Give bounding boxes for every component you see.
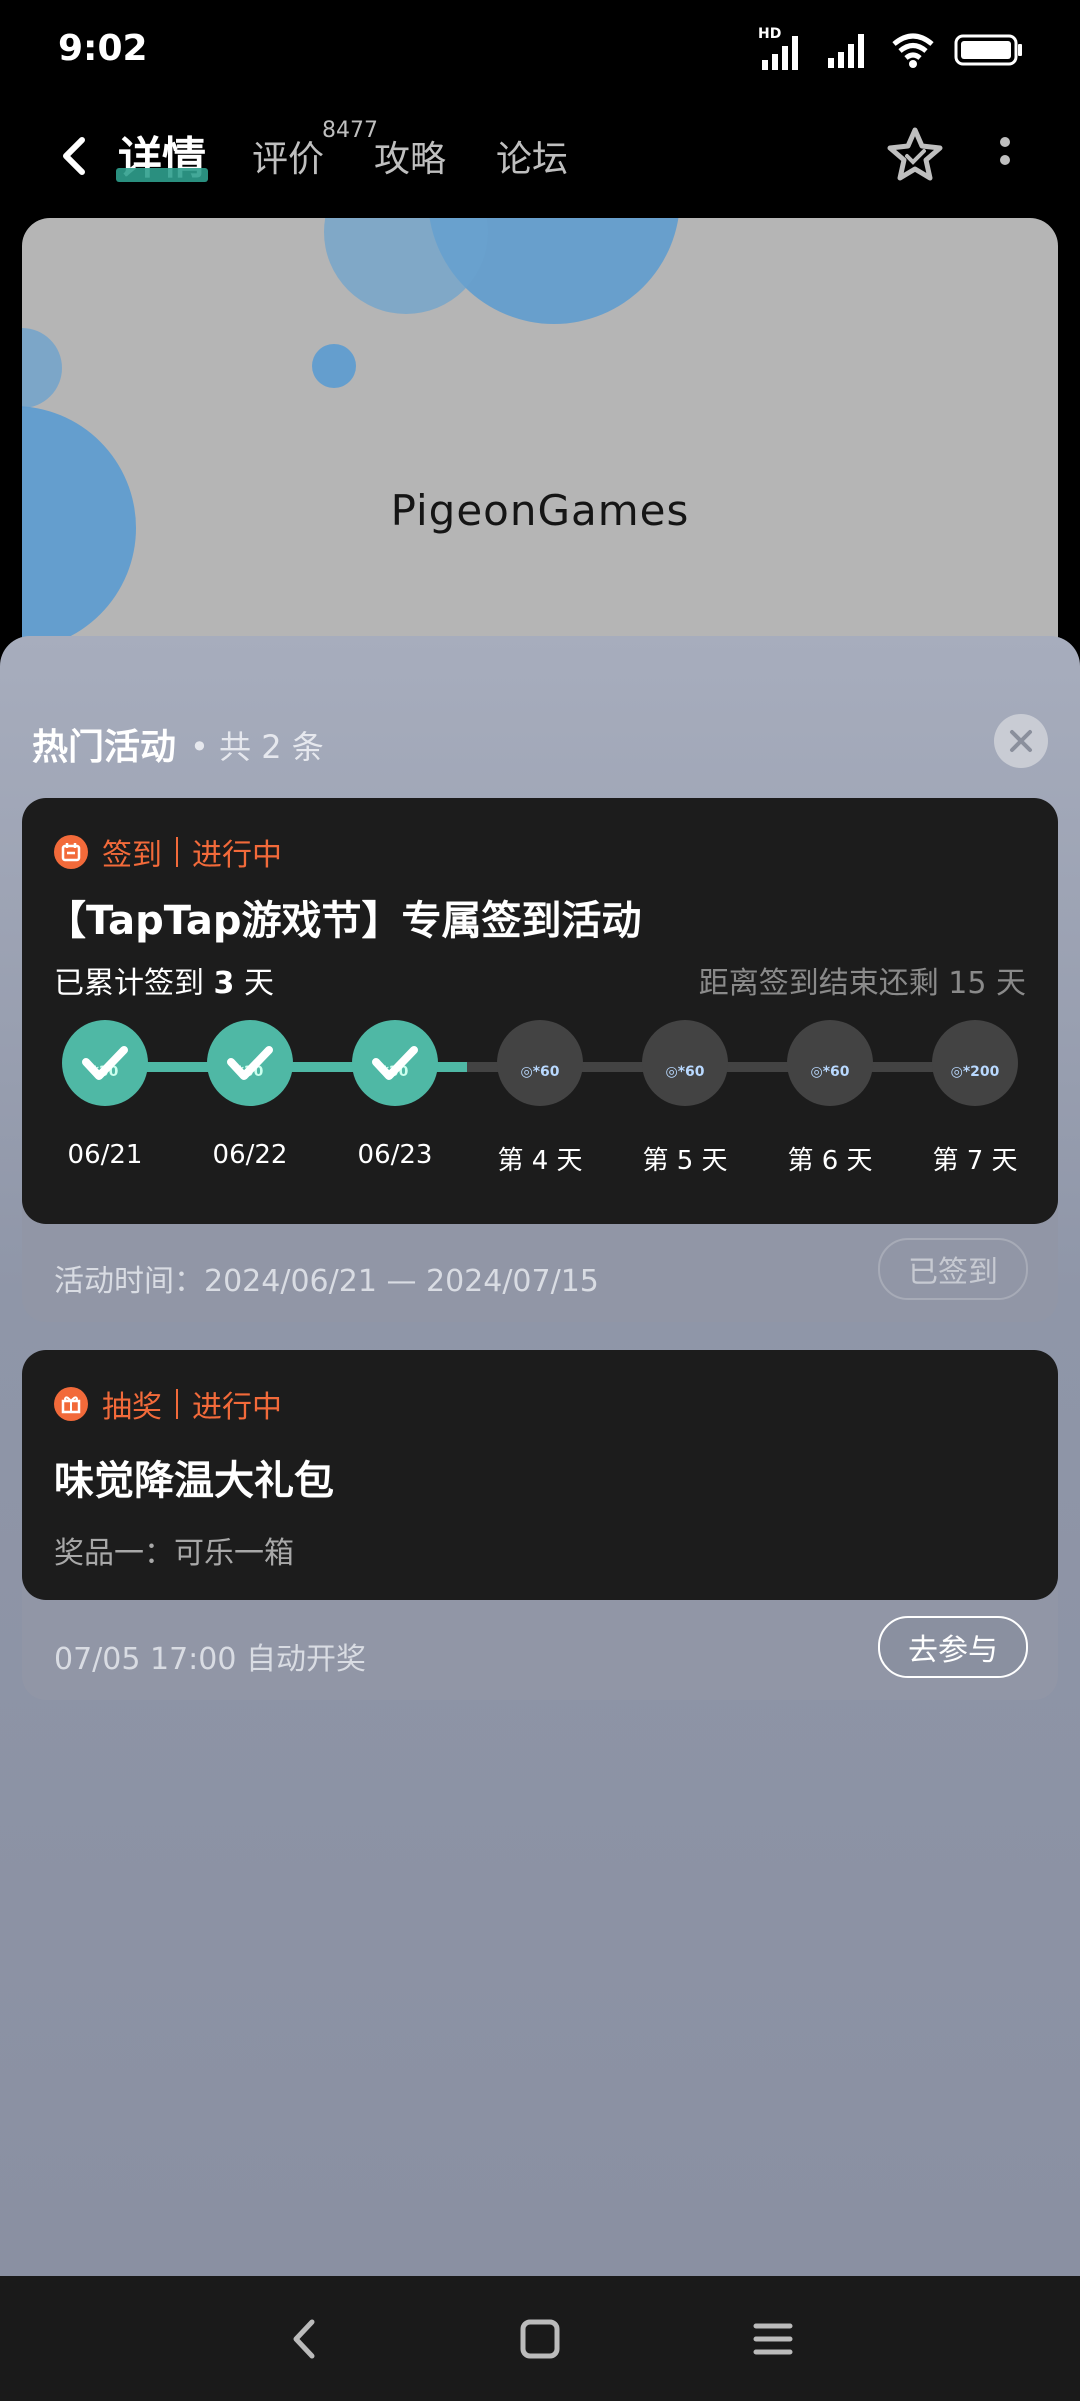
tab-guide[interactable]: 攻略 [374, 130, 446, 182]
active-tab-indicator [116, 168, 208, 182]
gift-icon [54, 1387, 88, 1421]
signin-day-node: ◎*60 [787, 1020, 873, 1106]
system-home-icon [520, 2319, 560, 2359]
more-options-button[interactable] [990, 130, 1020, 182]
calendar-icon [54, 835, 88, 869]
lottery-title: 味觉降温大礼包 [54, 1458, 334, 1504]
battery-icon [954, 33, 1024, 71]
signin-day-label: 第 4 天 [497, 1146, 583, 1176]
lottery-tag-status: 进行中 [192, 1390, 282, 1425]
signin-day-label: 第 5 天 [642, 1146, 728, 1176]
accum-suffix: 天 [243, 966, 274, 1001]
signin-day-node: *30 [207, 1020, 293, 1106]
status-icons: HD [758, 26, 1024, 74]
signin-day-node: *30 [62, 1020, 148, 1106]
lottery-tag-type: 抽奖 [102, 1390, 162, 1425]
signin-day-node: *30 [352, 1020, 438, 1106]
signin-activity-card[interactable]: 签到 进行中 【TapTap游戏节】专属签到活动 已累计签到 3 天 距离签到结… [22, 798, 1058, 1224]
more-vertical-icon [1000, 137, 1010, 165]
close-button[interactable] [994, 714, 1048, 768]
system-back-button[interactable] [280, 2314, 330, 2364]
hot-activities-sheet: 热门活动 • 共 2 条 活动时间：2024/06/21 — 2024/07/1… [0, 636, 1080, 2276]
join-lottery-button[interactable]: 去参与 [878, 1616, 1028, 1678]
system-menu-icon [753, 2323, 793, 2355]
accumulated-signins: 已累计签到 3 天 [54, 958, 274, 1002]
check-icon [227, 1046, 273, 1080]
back-button[interactable] [48, 128, 104, 184]
tab-forum[interactable]: 论坛 [496, 130, 568, 182]
review-count-badge: 8477 [322, 118, 378, 143]
check-icon [82, 1046, 128, 1080]
system-navigation-bar [0, 2276, 1080, 2401]
signin-day-label: 06/22 [212, 1140, 288, 1170]
signin-day-label: 第 7 天 [932, 1146, 1018, 1176]
lottery-card-footer: 07/05 17:00 自动开奖 去参与 [22, 1586, 1058, 1700]
status-time: 9:02 [58, 28, 148, 69]
signin-day-label: 第 6 天 [787, 1146, 873, 1176]
signin-day-label: 06/23 [357, 1140, 433, 1170]
signin-title: 【TapTap游戏节】专属签到活动 [46, 898, 642, 944]
signed-in-button[interactable]: 已签到 [878, 1238, 1028, 1300]
accum-prefix: 已累计签到 [54, 966, 204, 1001]
sheet-title: 热门活动 [32, 727, 177, 768]
tab-review[interactable]: 评价 [252, 130, 324, 182]
day-reward: ◎*60 [810, 1064, 850, 1080]
lottery-tag: 抽奖 进行中 [54, 1382, 282, 1426]
system-menu-button[interactable] [748, 2314, 798, 2364]
game-banner: PigeonGames [22, 218, 1058, 638]
top-nav-bar: 详情 评价 8477 攻略 论坛 [0, 100, 1080, 212]
day-reward: ◎*60 [665, 1064, 705, 1080]
lottery-activity-card[interactable]: 抽奖 进行中 味觉降温大礼包 奖品一：可乐一箱 [22, 1350, 1058, 1600]
hd-signal-icon: HD [758, 26, 808, 72]
signin-tag-type: 签到 [102, 838, 162, 873]
status-bar: 9:02 HD [0, 0, 1080, 100]
activity-period: 活动时间：2024/06/21 — 2024/07/15 [54, 1264, 599, 1299]
draw-time: 07/05 17:00 自动开奖 [54, 1642, 366, 1677]
publisher-logo: PigeonGames [390, 486, 690, 535]
back-arrow-icon [63, 137, 85, 175]
signal-icon [826, 30, 872, 74]
favorite-button[interactable] [884, 124, 946, 186]
close-icon [1010, 730, 1032, 752]
signin-day-node: ◎*60 [497, 1020, 583, 1106]
tag-separator [176, 837, 178, 867]
banner-bubbles [22, 218, 679, 638]
tag-separator [176, 1389, 178, 1419]
wifi-icon [890, 30, 936, 74]
signin-day-node: ◎*60 [642, 1020, 728, 1106]
day-reward: ◎*60 [520, 1064, 560, 1080]
prize-text: 奖品一：可乐一箱 [54, 1536, 294, 1571]
system-home-button[interactable] [515, 2314, 565, 2364]
system-back-icon [293, 2319, 315, 2359]
signin-tag-status: 进行中 [192, 838, 282, 873]
signin-day-label: 06/21 [67, 1140, 143, 1170]
remaining-days: 距离签到结束还剩 15 天 [698, 966, 1026, 1001]
accum-days: 3 [213, 966, 235, 1001]
hd-label: HD [758, 26, 782, 42]
signin-day-node: ◎*200 [932, 1020, 1018, 1106]
day-reward: ◎*200 [950, 1064, 1000, 1080]
star-icon [887, 127, 943, 181]
signin-tag: 签到 进行中 [54, 830, 282, 874]
check-icon [372, 1046, 418, 1080]
sheet-count: • 共 2 条 [190, 728, 324, 766]
